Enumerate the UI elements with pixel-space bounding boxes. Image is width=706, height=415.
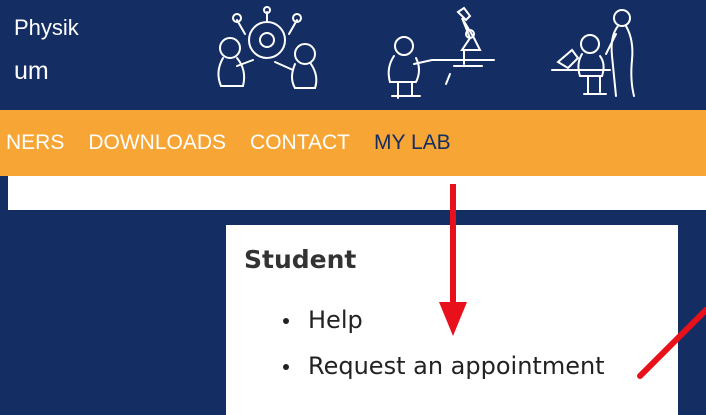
student-menu-list: Help Request an appointment xyxy=(226,303,605,395)
site-name[interactable]: Physik xyxy=(14,15,79,41)
main-nav: NERS DOWNLOADS CONTACT MY LAB xyxy=(0,110,706,176)
nav-item-my-lab[interactable]: MY LAB xyxy=(374,131,451,155)
menu-item-help[interactable]: Help xyxy=(226,303,605,349)
subheader-strip xyxy=(8,176,706,210)
nav-item-contact[interactable]: CONTACT xyxy=(250,131,350,155)
nav-item-downloads[interactable]: DOWNLOADS xyxy=(88,131,226,155)
computer-user-sketch-icon xyxy=(551,9,635,97)
nav-item-partners[interactable]: NERS xyxy=(6,131,64,155)
microscope-sketch-icon xyxy=(387,6,495,99)
menu-item-request-appointment[interactable]: Request an appointment xyxy=(226,349,605,395)
lab-sketch-icon xyxy=(217,6,318,89)
site-name-suffix[interactable]: um xyxy=(14,57,49,86)
panel-title: Student xyxy=(244,245,357,274)
student-menu-panel: Student Help Request an appointment xyxy=(226,225,678,415)
site-header: Physik um xyxy=(0,0,706,110)
